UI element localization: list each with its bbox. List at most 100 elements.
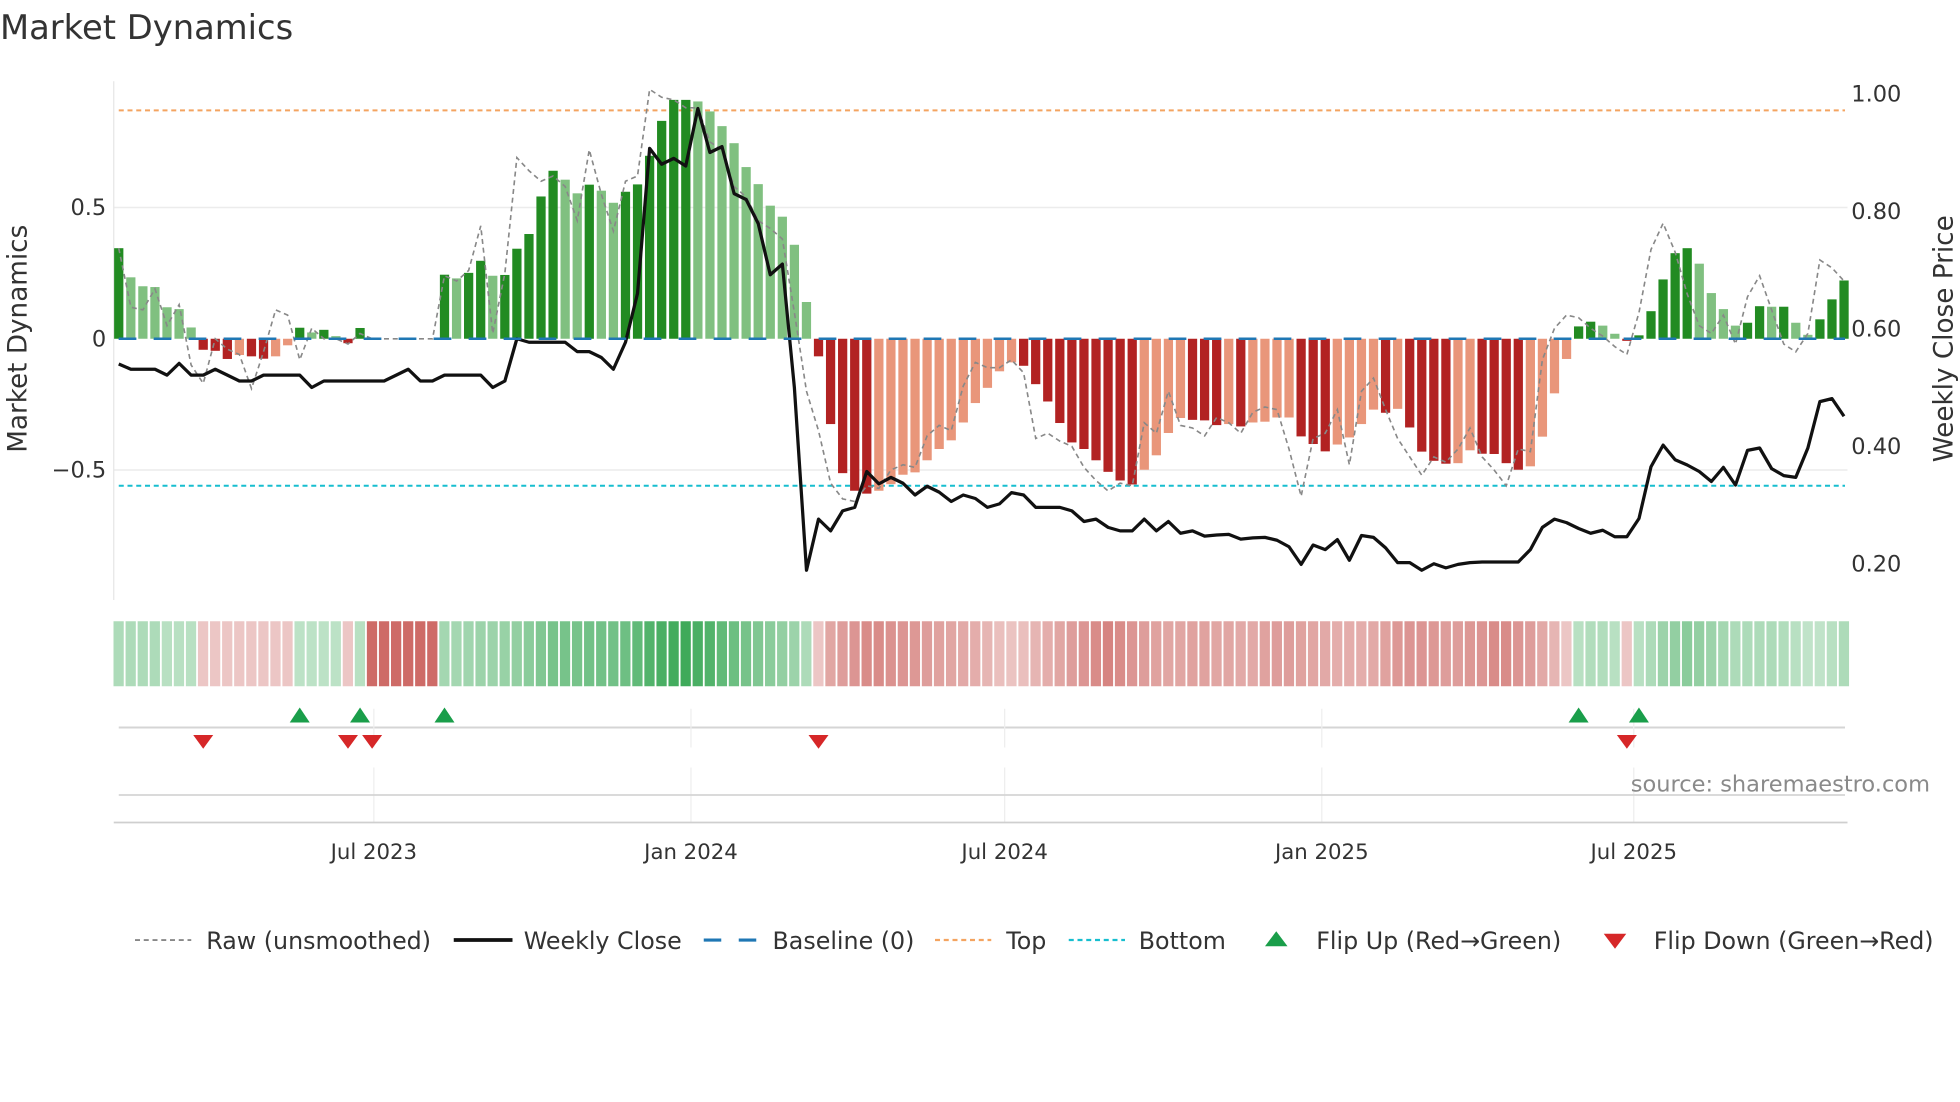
regime-cell — [1706, 621, 1717, 687]
regime-cell — [1826, 621, 1837, 687]
regime-cell — [813, 621, 824, 687]
flip-up-marker — [1628, 707, 1649, 723]
regime-cell — [185, 621, 197, 687]
regime-cell — [1404, 621, 1415, 687]
regime-cell — [885, 621, 896, 687]
regime-cell — [1199, 621, 1210, 687]
regime-cell — [752, 621, 764, 687]
bar — [1296, 338, 1306, 437]
regime-cell — [1718, 621, 1729, 687]
regime-cell — [668, 621, 679, 687]
bar — [898, 338, 908, 475]
legend-baseline-label: Baseline (0) — [773, 927, 915, 955]
bar — [1393, 338, 1403, 409]
regime-cell — [559, 621, 571, 687]
regime-cell — [342, 621, 353, 687]
regime-cell — [1054, 621, 1065, 687]
regime-cell — [692, 621, 703, 687]
regime-cell — [1669, 621, 1681, 687]
regime-cell — [1730, 621, 1741, 687]
regime-cell — [909, 621, 921, 687]
x-tick-label: Jan 2025 — [1273, 840, 1369, 865]
bar — [572, 193, 582, 339]
bar — [1019, 338, 1029, 366]
bar — [1405, 338, 1415, 428]
bar — [234, 338, 245, 356]
bar — [1417, 338, 1427, 452]
legend-item-top: Top — [935, 927, 1046, 955]
bar — [222, 338, 232, 359]
bar — [114, 248, 124, 339]
x-tick-label: Jul 2025 — [1589, 840, 1677, 865]
bar — [1031, 338, 1041, 385]
bar — [874, 338, 884, 491]
bar — [838, 338, 848, 474]
bar — [596, 190, 606, 339]
regime-cell — [270, 621, 281, 687]
regime-cell — [1525, 621, 1536, 687]
regime-cell — [837, 621, 848, 687]
bar — [669, 99, 679, 339]
regime-cell — [487, 621, 498, 687]
left-y-tick-label: −0.5 — [52, 458, 107, 484]
right-y-tick-label: 0.60 — [1851, 316, 1901, 342]
bar — [1465, 338, 1475, 451]
regime-cell — [970, 621, 981, 687]
bar — [198, 338, 208, 350]
flip-markers-panel — [118, 707, 1845, 823]
bar — [1079, 338, 1089, 450]
bar — [1827, 299, 1837, 339]
regime-cell — [390, 621, 402, 687]
regime-cell — [1259, 621, 1270, 687]
legend-item-baseline: Baseline (0) — [703, 927, 915, 955]
regime-cell — [173, 621, 185, 687]
bar — [801, 302, 812, 339]
regime-cell — [378, 621, 390, 687]
regime-cell — [197, 621, 209, 687]
x-tick-label: Jul 2023 — [329, 840, 417, 865]
legend-raw-label: Raw (unsmoothed) — [206, 927, 431, 955]
left-y-axis-label: Market Dynamics — [3, 225, 33, 453]
flip-up-marker — [434, 707, 455, 723]
regime-cell — [1295, 621, 1307, 687]
regime-cell — [547, 621, 559, 687]
bar — [1489, 338, 1499, 454]
bar — [500, 274, 510, 339]
bar — [1127, 338, 1137, 485]
bar — [1441, 338, 1451, 464]
right-y-axis-label: Weekly Close Price — [1930, 215, 1960, 462]
right-y-tick-label: 1.00 — [1851, 81, 1901, 107]
regime-cell — [1126, 621, 1138, 687]
bar — [1525, 338, 1535, 467]
regime-cell — [1030, 621, 1041, 687]
regime-cell — [137, 621, 148, 687]
source-note: source: sharemaestro.com — [1631, 771, 1930, 797]
regime-cell — [1368, 621, 1379, 687]
regime-cell — [439, 621, 450, 687]
flip-up-marker — [289, 707, 310, 723]
flip-down-marker — [337, 735, 358, 749]
regime-cell — [1042, 621, 1053, 687]
bar — [1151, 338, 1161, 456]
regime-cell — [728, 621, 740, 687]
regime-cell — [1187, 621, 1198, 687]
bar — [970, 338, 980, 404]
regime-cell — [1742, 621, 1753, 687]
regime-cell — [789, 621, 800, 687]
bar — [584, 184, 594, 339]
regime-cell — [680, 621, 691, 687]
bar — [1344, 338, 1355, 438]
regime-cell — [330, 621, 341, 687]
regime-cell — [861, 621, 872, 687]
regime-cell — [571, 621, 583, 687]
regime-cell — [716, 621, 728, 687]
bar — [825, 338, 836, 425]
regime-cell — [1320, 621, 1331, 687]
regime-cell — [1609, 621, 1620, 687]
bar — [1199, 338, 1210, 421]
right-y-tick-label: 0.80 — [1851, 199, 1901, 225]
regime-cell — [1754, 621, 1765, 687]
regime-cell — [584, 621, 595, 687]
bar — [922, 338, 932, 461]
bar — [1067, 338, 1077, 443]
